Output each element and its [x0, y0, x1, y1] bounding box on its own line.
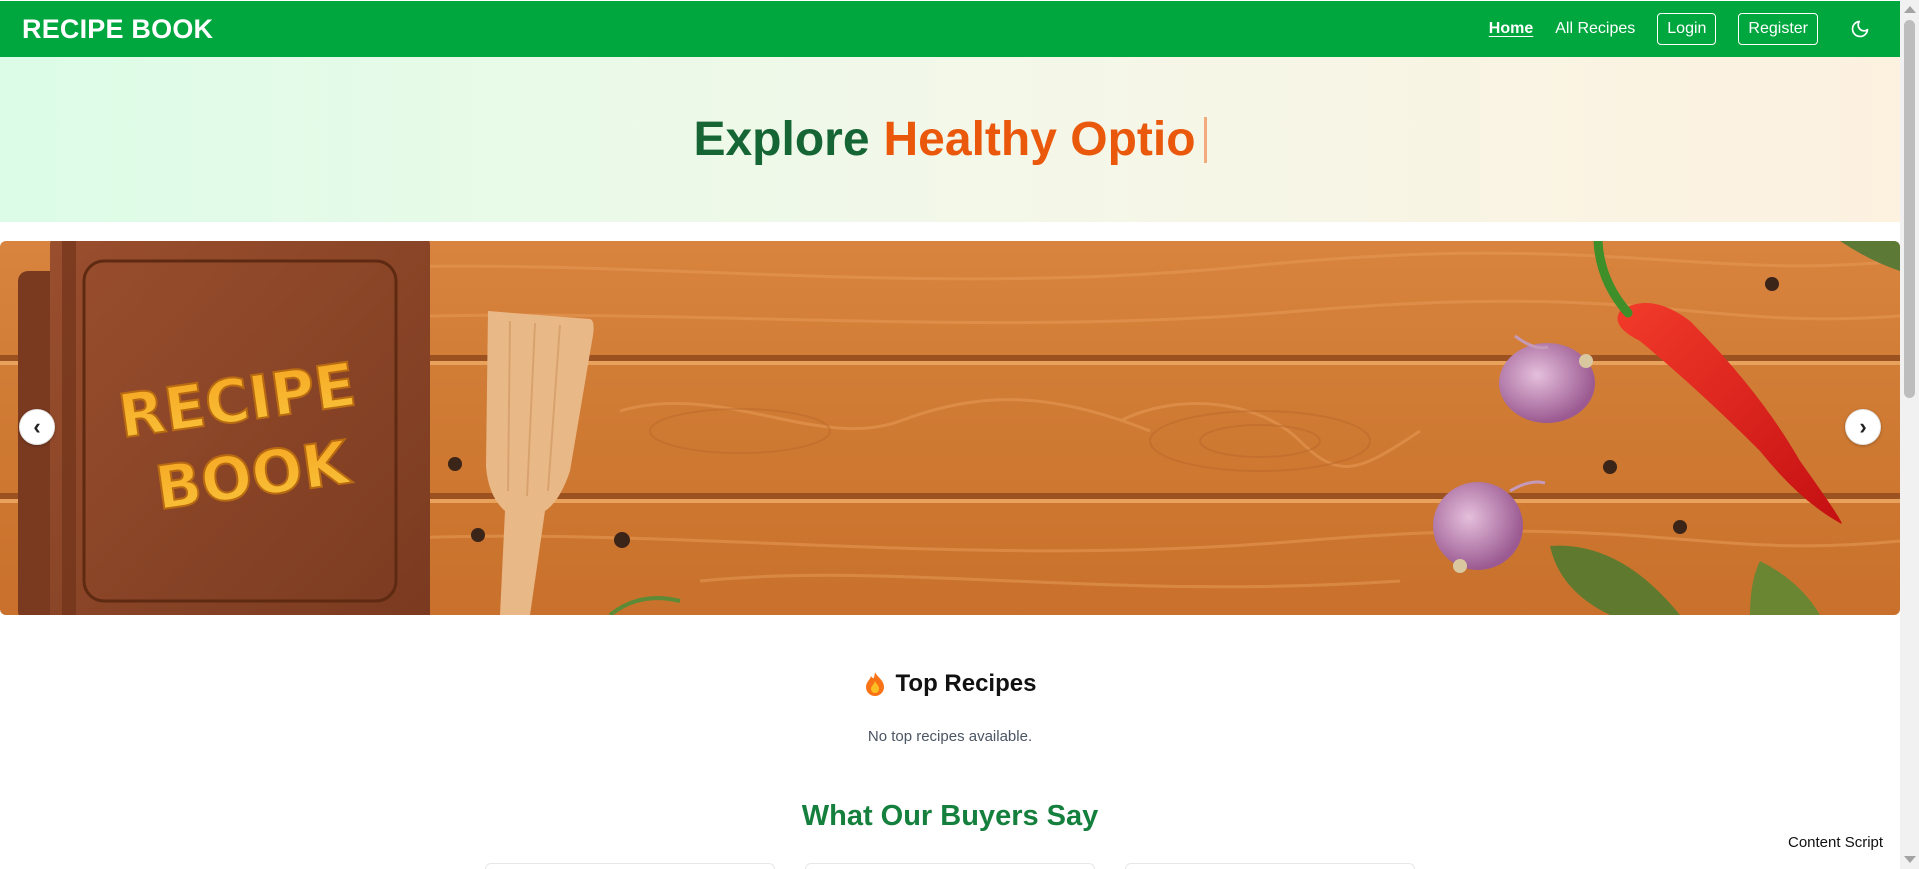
navbar: RECIPE BOOK Home All Recipes Login Regis… [0, 1, 1900, 57]
hero-title-typed: Healthy Optio [883, 113, 1196, 166]
nav-right: Home All Recipes Login Register [1467, 13, 1878, 45]
nav-link-all-recipes[interactable]: All Recipes [1555, 20, 1635, 38]
hero-banner: Explore Healthy Optio [0, 57, 1900, 222]
vertical-scrollbar[interactable] [1900, 0, 1919, 869]
carousel-next-button[interactable]: › [1845, 409, 1881, 445]
scroll-down-arrow-icon[interactable] [1904, 856, 1916, 863]
hero-title: Explore Healthy Optio [693, 112, 1207, 167]
content-script-label: Content Script [1788, 834, 1884, 851]
top-recipes-empty-message: No top recipes available. [867, 728, 1033, 745]
fire-icon [865, 672, 884, 696]
scroll-up-arrow-icon[interactable] [1904, 6, 1916, 13]
nav-link-home[interactable]: Home [1489, 20, 1533, 38]
top-recipes-heading: Top Recipes [0, 670, 1900, 698]
register-button[interactable]: Register [1738, 13, 1818, 45]
typing-cursor [1203, 116, 1207, 163]
hero-title-prefix: Explore [693, 113, 870, 166]
login-button[interactable]: Login [1657, 13, 1717, 45]
testimonials-title: What Our Buyers Say [801, 800, 1099, 832]
page: RECIPE BOOK Home All Recipes Login Regis… [0, 0, 1900, 869]
hero-carousel: RECIPE BOOK ‹ › [0, 241, 1900, 615]
carousel-prev-button[interactable]: ‹ [19, 409, 55, 445]
testimonial-card [805, 863, 1095, 869]
carousel-slide-image: RECIPE BOOK [0, 241, 1900, 615]
moon-icon[interactable] [1850, 19, 1870, 39]
scrollbar-thumb[interactable] [1904, 20, 1915, 398]
brand-logo[interactable]: RECIPE BOOK [22, 14, 213, 45]
top-recipes-title: Top Recipes [895, 670, 1037, 697]
testimonial-card [1125, 863, 1415, 869]
testimonial-card [485, 863, 775, 869]
